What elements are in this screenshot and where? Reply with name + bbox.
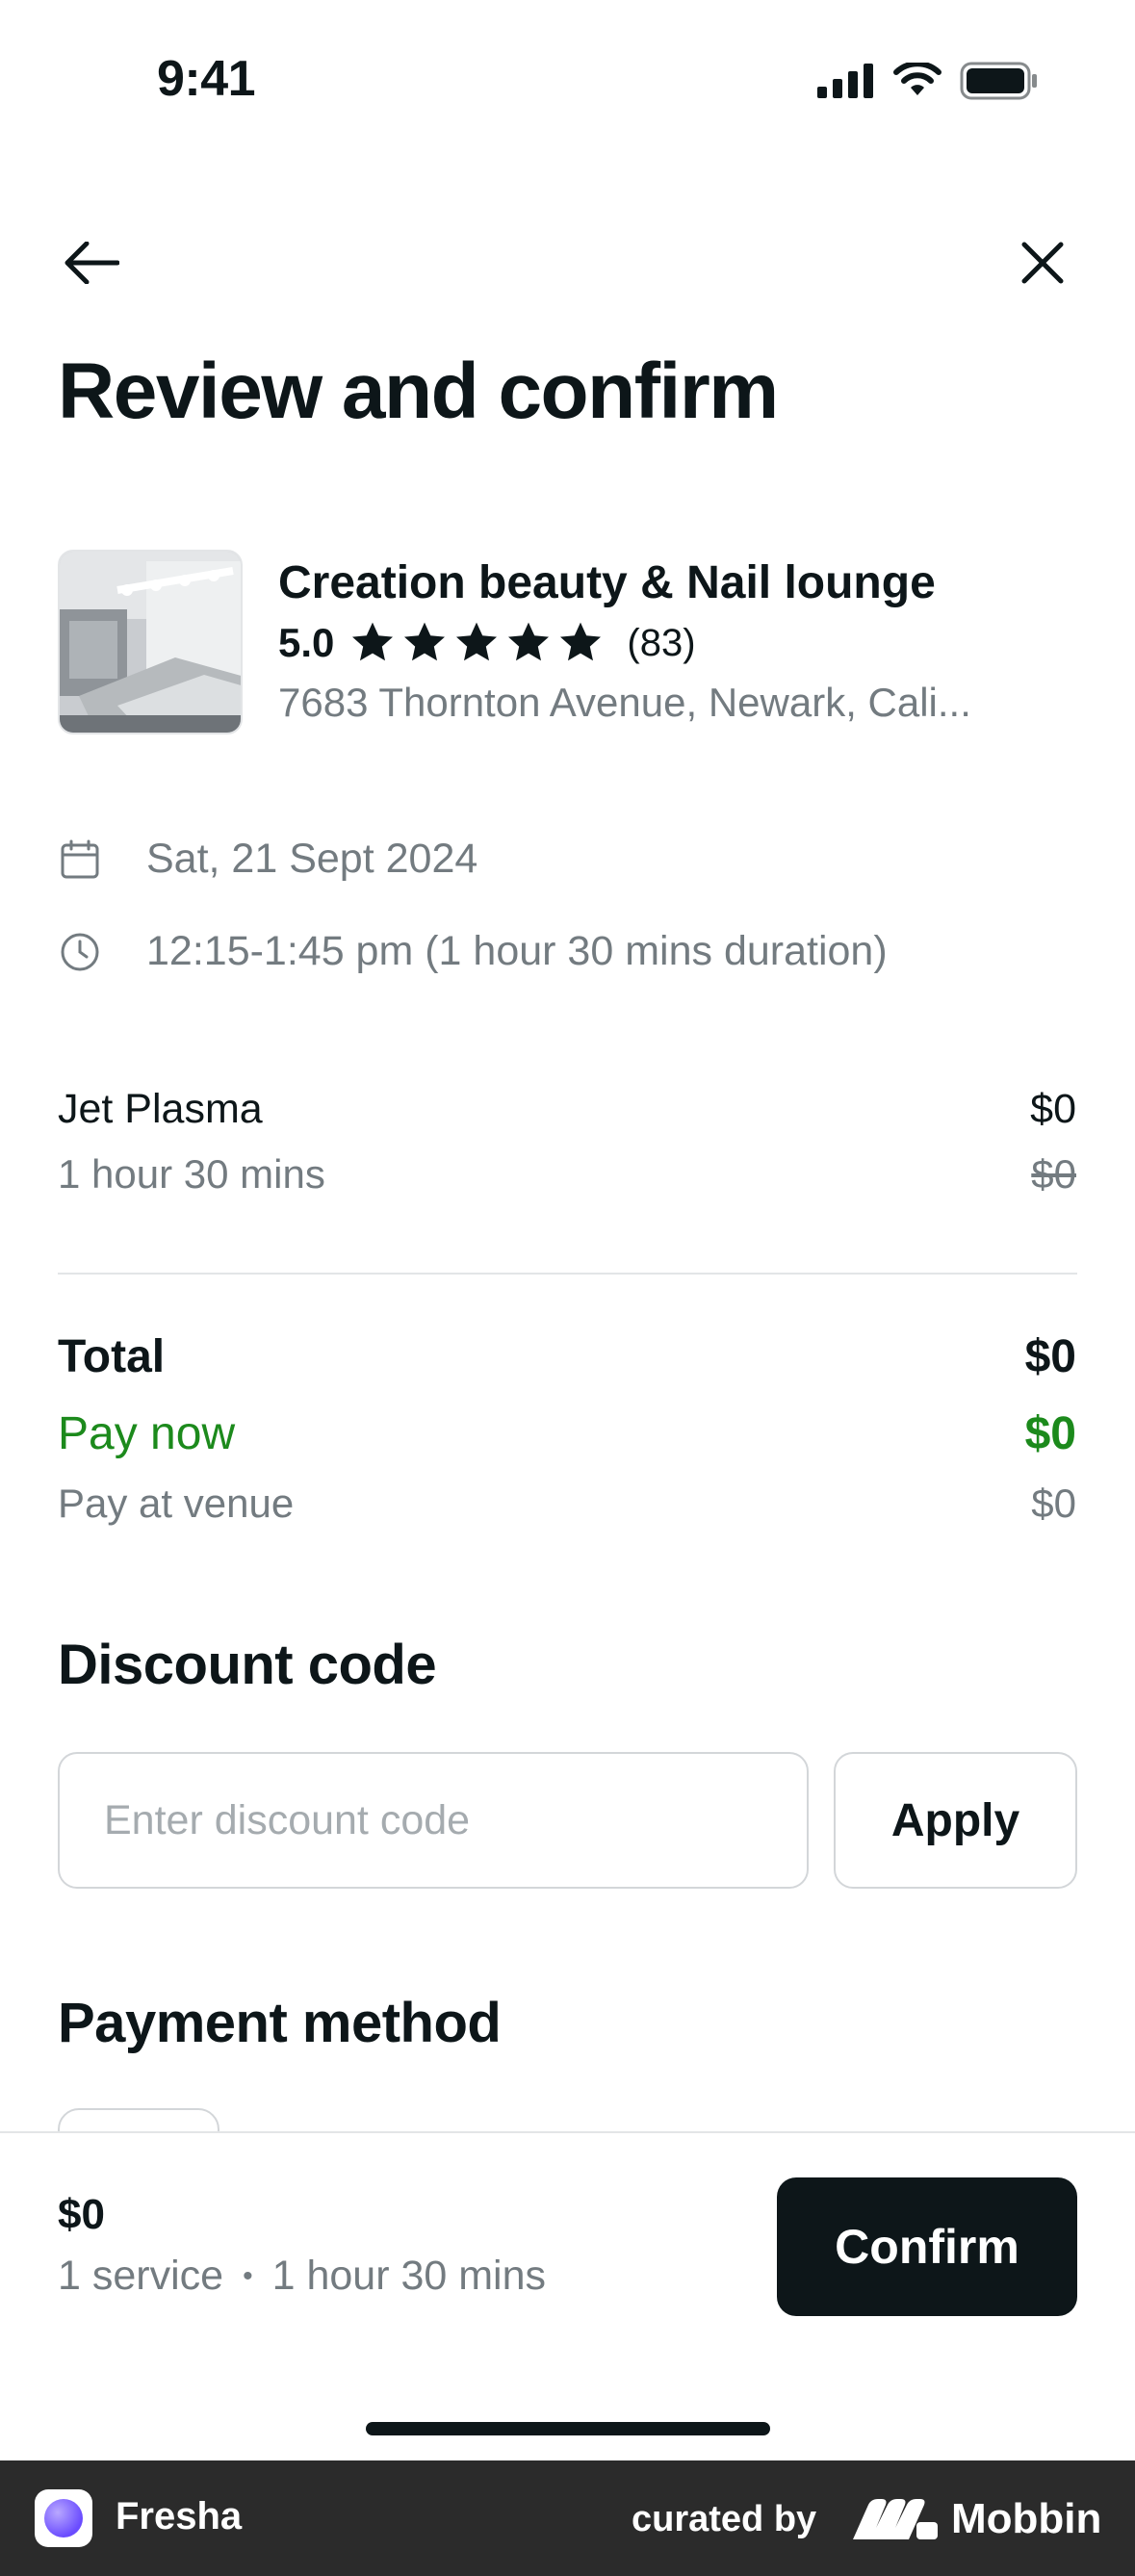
venue-name[interactable]: Creation beauty & Nail lounge — [278, 556, 936, 609]
pay-now-label: Pay now — [58, 1408, 236, 1459]
pay-at-venue-label: Pay at venue — [58, 1481, 295, 1526]
footer-duration: 1 hour 30 mins — [271, 2253, 547, 2299]
star-icon — [560, 622, 602, 661]
star-icon — [508, 622, 550, 661]
booking-time-row: 12:15-1:45 pm (1 hour 30 mins duration) — [58, 928, 888, 975]
booking-time: 12:15-1:45 pm (1 hour 30 mins duration) — [146, 928, 888, 974]
booking-date: Sat, 21 Sept 2024 — [146, 836, 478, 882]
booking-date-row: Sat, 21 Sept 2024 — [58, 836, 477, 883]
status-icons — [817, 60, 1039, 102]
close-button[interactable] — [1009, 231, 1076, 295]
star-icon — [352, 622, 394, 661]
fresha-app-icon — [35, 2489, 92, 2547]
service-duration: 1 hour 30 mins — [58, 1151, 325, 1197]
mobbin-logo: Mobbin — [853, 2491, 1101, 2547]
rating-value: 5.0 — [278, 620, 335, 665]
footer-price: $0 — [58, 2191, 105, 2238]
review-count: (83) — [627, 621, 696, 664]
venue-rating-row: 5.0 (83) — [278, 620, 696, 666]
close-icon — [1021, 242, 1064, 284]
calendar-icon — [58, 837, 102, 882]
status-time: 9:41 — [157, 51, 256, 107]
venue-photo — [58, 550, 243, 734]
discount-title: Discount code — [58, 1634, 437, 1696]
service-price: $0 — [1030, 1086, 1076, 1132]
total-value: $0 — [1024, 1331, 1076, 1382]
wifi-icon — [893, 63, 942, 95]
service-name: Jet Plasma — [58, 1086, 263, 1132]
pay-now-value: $0 — [1024, 1408, 1076, 1459]
star-icon — [404, 622, 446, 661]
back-arrow-icon — [64, 242, 119, 284]
confirm-button[interactable]: Confirm — [777, 2177, 1077, 2316]
divider — [58, 1273, 1077, 1275]
footer-summary: 1 service • 1 hour 30 mins — [58, 2253, 546, 2300]
page-title: Review and confirm — [58, 348, 779, 435]
mobbin-logo-icon — [853, 2499, 938, 2539]
signal-icon — [817, 64, 873, 98]
apply-button[interactable]: Apply — [834, 1752, 1077, 1889]
battery-icon — [960, 62, 1037, 100]
watermark-brand: Mobbin — [951, 2495, 1102, 2542]
clock-icon — [58, 930, 102, 974]
watermark-app-name: Fresha — [116, 2495, 243, 2537]
rating-stars — [349, 621, 604, 665]
venue-address: 7683 Thornton Avenue, Newark, Cali... — [278, 680, 971, 725]
home-indicator[interactable] — [366, 2422, 770, 2435]
watermark-curated-by: curated by — [632, 2499, 817, 2539]
service-original-price: $0 — [1031, 1151, 1076, 1197]
total-label: Total — [58, 1331, 166, 1382]
back-button[interactable] — [58, 231, 125, 295]
pay-at-venue-value: $0 — [1031, 1481, 1076, 1526]
payment-method-title: Payment method — [58, 1992, 502, 2054]
separator-dot: • — [243, 2259, 253, 2292]
footer-service-count: 1 service — [58, 2253, 224, 2299]
discount-code-input[interactable] — [58, 1752, 809, 1889]
star-icon — [456, 622, 498, 661]
